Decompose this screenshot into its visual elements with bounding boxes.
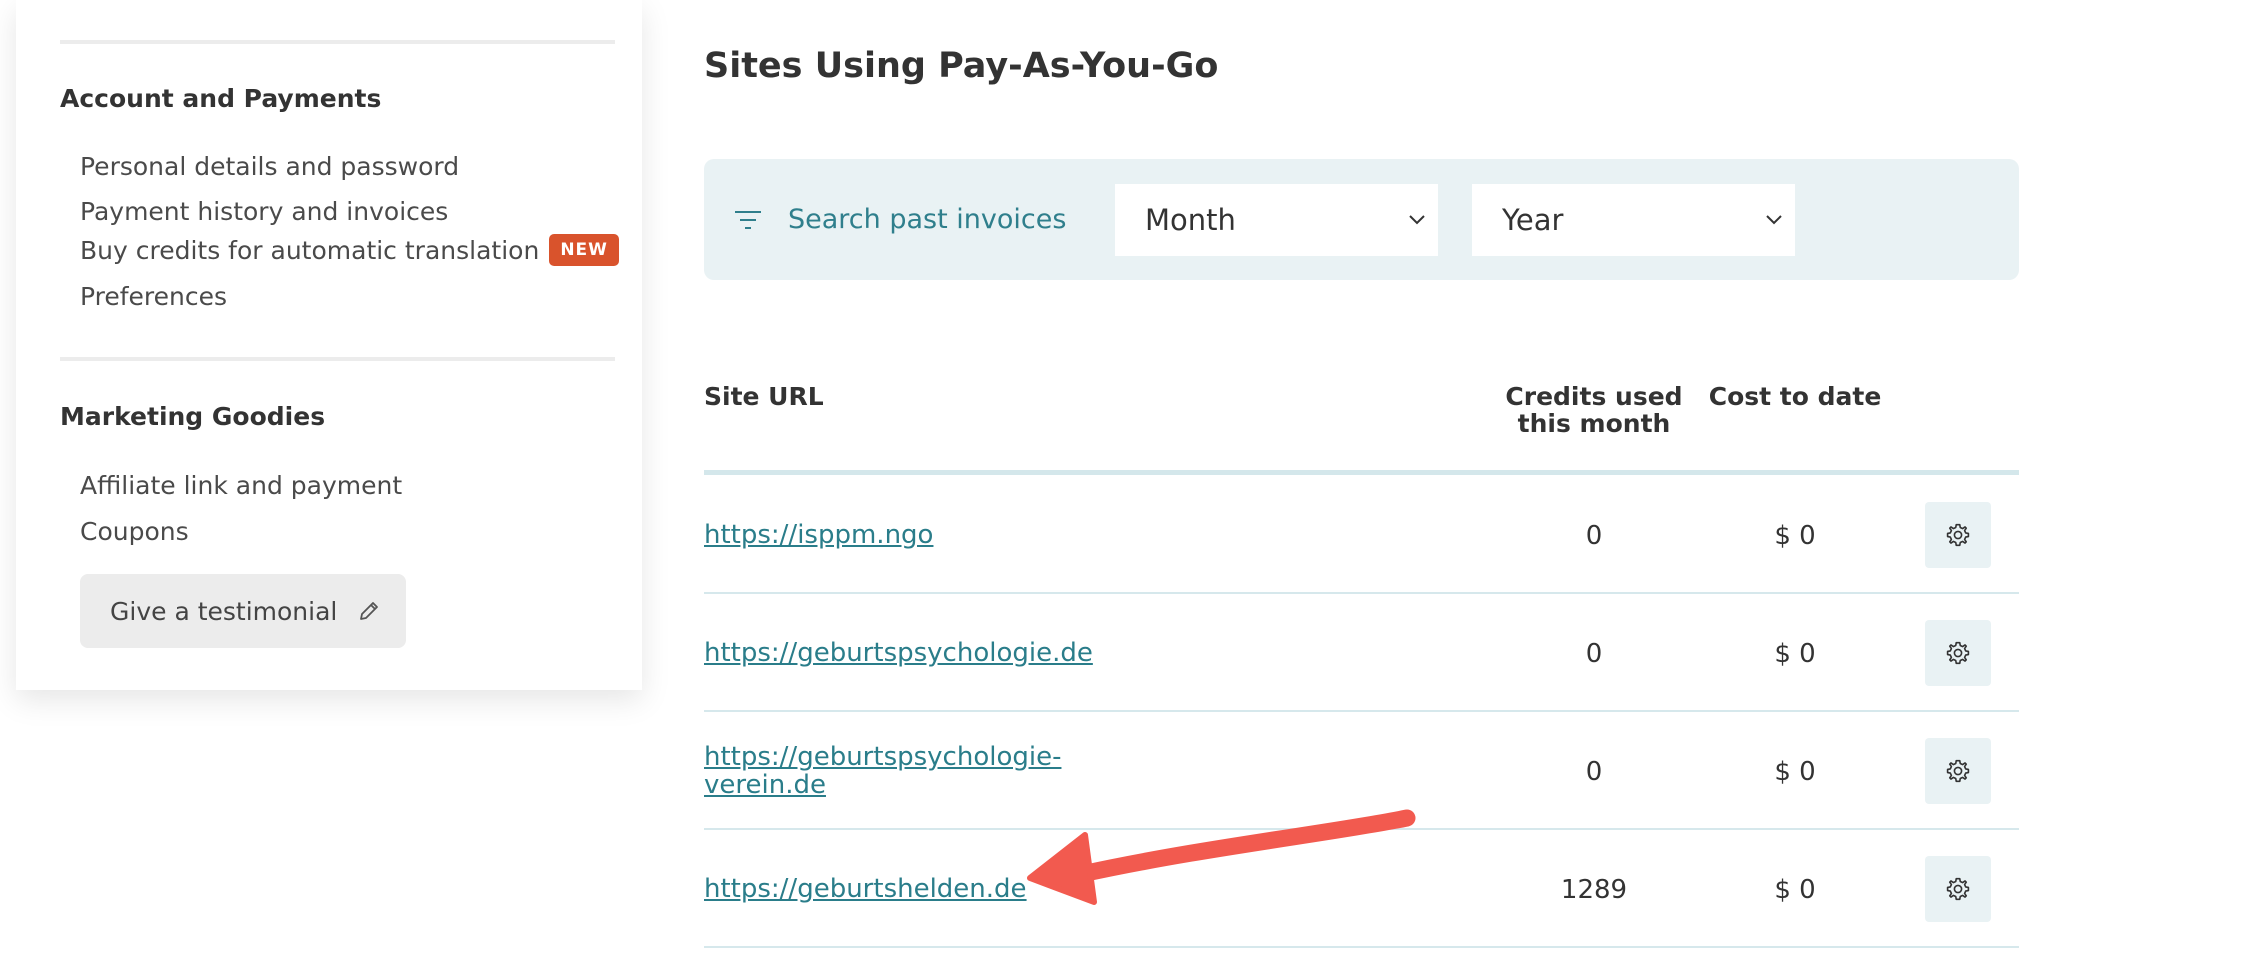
credits-header-line2: this month <box>1517 409 1671 438</box>
site-url-line2: verein.de <box>704 770 826 800</box>
new-badge: NEW <box>549 234 619 266</box>
sidebar-divider <box>60 40 615 44</box>
credits-cell: 0 <box>1585 757 1603 787</box>
cost-header: Cost to date <box>1708 382 1882 411</box>
chevron-down-icon <box>1766 215 1782 225</box>
site-settings-button[interactable] <box>1925 856 1991 922</box>
site-settings-button[interactable] <box>1925 502 1991 568</box>
month-select-value: Month <box>1145 203 1236 237</box>
pencil-icon <box>360 602 379 620</box>
credits-cell: 1289 <box>1560 875 1628 905</box>
sidebar-panel: Account and Payments Personal details an… <box>16 0 642 690</box>
row-divider <box>704 710 2019 712</box>
filter-icon <box>735 210 761 229</box>
row-divider <box>704 946 2019 948</box>
gear-icon <box>1946 523 1970 547</box>
sidebar-divider <box>60 357 615 361</box>
site-url-header: Site URL <box>704 382 824 411</box>
search-past-invoices[interactable]: Search past invoices <box>734 159 1066 280</box>
year-select-value: Year <box>1502 203 1564 237</box>
row-divider <box>704 592 2019 594</box>
site-url-link[interactable]: https://geburtspsychologie.de <box>704 639 1093 667</box>
sidebar-link-preferences[interactable]: Preferences <box>80 282 227 311</box>
sidebar-link-coupons[interactable]: Coupons <box>80 517 189 546</box>
invoice-filter-bar: Search past invoices Month Year <box>704 159 2019 280</box>
sidebar-link-affiliate[interactable]: Affiliate link and payment <box>80 471 402 500</box>
sidebar-link-buy-credits[interactable]: Buy credits for automatic translation NEW <box>80 234 619 268</box>
site-url-link[interactable]: https://geburtshelden.de <box>704 875 1027 903</box>
table-header-rule <box>704 470 2019 475</box>
site-settings-button[interactable] <box>1925 620 1991 686</box>
site-url-link[interactable]: https://geburtspsychologie- verein.de <box>704 743 1061 799</box>
chevron-down-icon <box>1409 215 1425 225</box>
site-url-link[interactable]: https://isppm.ngo <box>704 521 933 549</box>
gear-icon <box>1946 877 1970 901</box>
page-title: Sites Using Pay-As-You-Go <box>704 46 1219 86</box>
marketing-section-title: Marketing Goodies <box>60 402 326 431</box>
sidebar-link-payment-history[interactable]: Payment history and invoices <box>80 197 448 226</box>
credits-header-line1: Credits used <box>1505 382 1683 411</box>
site-settings-button[interactable] <box>1925 738 1991 804</box>
credits-header: Credits used this month <box>1494 383 1694 437</box>
cost-cell: $ 0 <box>1774 521 1816 551</box>
row-divider <box>704 828 2019 830</box>
credits-cell: 0 <box>1585 521 1603 551</box>
month-select[interactable]: Month <box>1115 184 1438 256</box>
search-past-invoices-label: Search past invoices <box>788 204 1067 235</box>
account-section-title: Account and Payments <box>60 84 382 113</box>
cost-cell: $ 0 <box>1774 757 1816 787</box>
gear-icon <box>1946 759 1970 783</box>
credits-cell: 0 <box>1585 639 1603 669</box>
give-testimonial-button[interactable]: Give a testimonial <box>80 574 406 648</box>
site-url-line1: https://geburtspsychologie- <box>704 742 1062 772</box>
cost-cell: $ 0 <box>1774 875 1816 905</box>
year-select[interactable]: Year <box>1472 184 1795 256</box>
gear-icon <box>1946 641 1970 665</box>
sidebar-link-buy-credits-label: Buy credits for automatic translation <box>80 236 540 265</box>
sidebar-link-personal-details[interactable]: Personal details and password <box>80 152 459 181</box>
give-testimonial-label: Give a testimonial <box>110 596 338 626</box>
cost-cell: $ 0 <box>1774 639 1816 669</box>
